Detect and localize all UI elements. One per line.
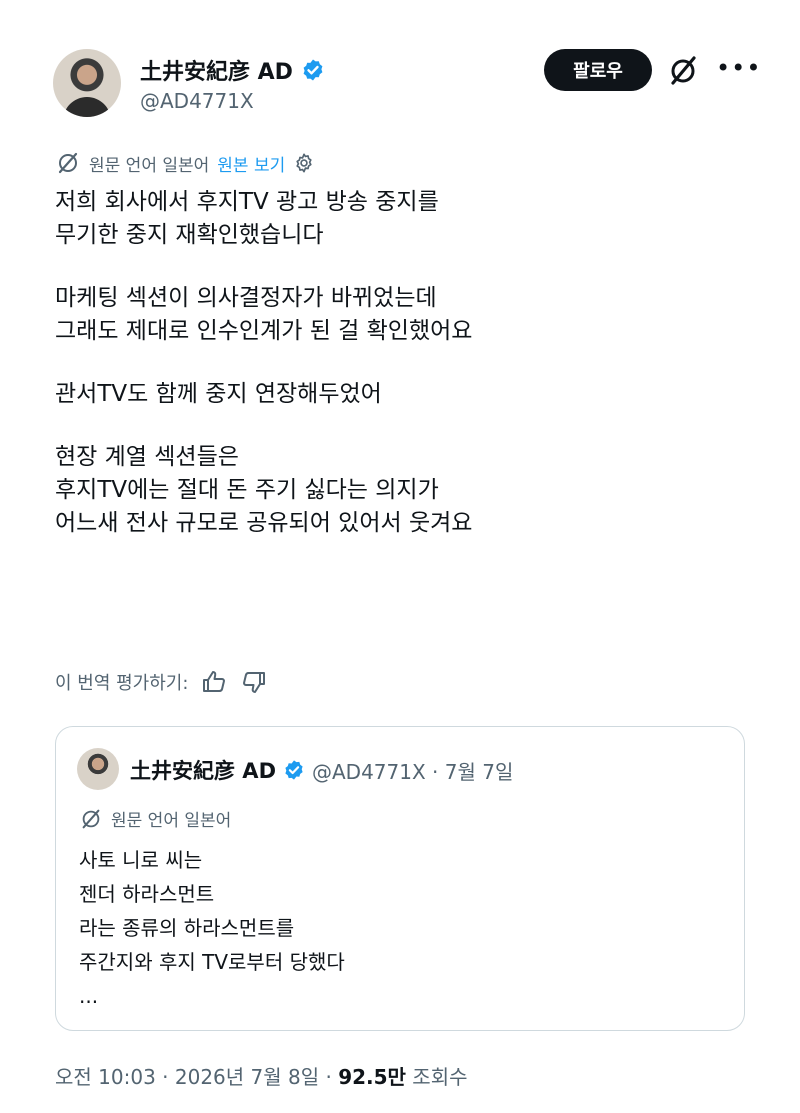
tweet-paragraph: 현장 계열 섹션들은 후지TV에는 절대 돈 주기 싫다는 의지가 어느새 전사… [55, 441, 472, 540]
translation-banner: 원문 언어 일본어 원본 보기 [55, 150, 315, 176]
tweet-line: 마케팅 섹션이 의사결정자가 바뀌었는데 [55, 285, 437, 311]
quoted-line: 라는 종류의 하라스먼트를 [79, 916, 295, 940]
tweet-footer: 오전 10:03 · 2026년 7월 8일 · 92.5만 조회수 [55, 1061, 468, 1090]
thumbs-down-icon[interactable] [240, 668, 268, 696]
quoted-line: 주간지와 후지 TV로부터 당했다 [79, 950, 345, 974]
quoted-line: 사토 니로 씨는 [79, 848, 203, 872]
tweet-line: 후지TV에는 절대 돈 주기 싫다는 의지가 [55, 477, 439, 503]
show-original-link[interactable]: 원본 보기 [217, 151, 285, 176]
gear-icon[interactable] [293, 152, 315, 174]
original-language-label: 원문 언어 일본어 [89, 155, 210, 176]
author-name-row: 土井安紀彦 AD [140, 54, 325, 86]
quoted-translation-note: 원문 언어 일본어 [79, 806, 231, 831]
thumbs-up-icon[interactable] [200, 668, 228, 696]
rate-translation-row: 이 번역 평가하기: [55, 668, 268, 696]
more-icon[interactable]: ••• [716, 56, 760, 84]
quoted-author-name: 土井安紀彦 AD [130, 759, 276, 783]
follow-button[interactable]: 팔로우 [544, 49, 652, 91]
tweet-text: 저희 회사에서 후지TV 광고 방송 중지를 무기한 중지 재확인했습니다 마케… [55, 186, 472, 570]
author-avatar[interactable] [53, 49, 121, 117]
tweet-paragraph: 저희 회사에서 후지TV 광고 방송 중지를 무기한 중지 재확인했습니다 [55, 186, 472, 252]
quoted-author-avatar[interactable] [77, 748, 119, 790]
quoted-original-language: 원문 언어 일본어 [111, 811, 232, 831]
translate-icon [58, 152, 78, 174]
verified-badge-icon [285, 760, 303, 780]
tweet-line: 관서TV도 함께 중지 연장해두었어 [55, 381, 382, 407]
tweet-timestamp[interactable]: 오전 10:03 · 2026년 7월 8일 · [55, 1065, 338, 1089]
quoted-tweet[interactable]: 土井安紀彦 AD @AD4771X · 7월 7일 원문 언어 일본어 사토 니… [55, 726, 745, 1031]
quoted-handle-date: @AD4771X · 7월 7일 [312, 759, 514, 784]
quoted-line: 젠더 하라스먼트 [79, 882, 215, 906]
rate-translation-label: 이 번역 평가하기: [55, 673, 189, 694]
views-label: 조회수 [405, 1065, 468, 1089]
grok-icon[interactable] [666, 54, 700, 88]
tweet-line: 저희 회사에서 후지TV 광고 방송 중지를 [55, 189, 439, 215]
author-handle[interactable]: @AD4771X [140, 89, 254, 113]
tweet-line: 그래도 제대로 인수인계가 된 걸 확인했어요 [55, 318, 473, 344]
view-count: 92.5만 [338, 1065, 406, 1089]
quoted-tweet-text: 사토 니로 씨는 젠더 하라스먼트 라는 종류의 하라스먼트를 주간지와 후지 … [79, 843, 345, 1013]
translate-icon [82, 809, 100, 828]
tweet-line: 현장 계열 섹션들은 [55, 444, 239, 470]
tweet-line: 무기한 중지 재확인했습니다 [55, 222, 324, 248]
tweet-paragraph: 마케팅 섹션이 의사결정자가 바뀌었는데 그래도 제대로 인수인계가 된 걸 확… [55, 282, 472, 348]
tweet-paragraph: 관서TV도 함께 중지 연장해두었어 [55, 378, 472, 411]
tweet-header: 土井安紀彦 AD @AD4771X 팔로우 ••• [0, 0, 800, 130]
verified-badge-icon [303, 59, 323, 81]
quoted-line: ... [79, 984, 99, 1008]
author-name[interactable]: 土井安紀彦 AD [140, 54, 293, 86]
quoted-tweet-header: 土井安紀彦 AD @AD4771X · 7월 7일 [130, 755, 513, 785]
tweet-line: 어느새 전사 규모로 공유되어 있어서 웃겨요 [55, 510, 473, 536]
